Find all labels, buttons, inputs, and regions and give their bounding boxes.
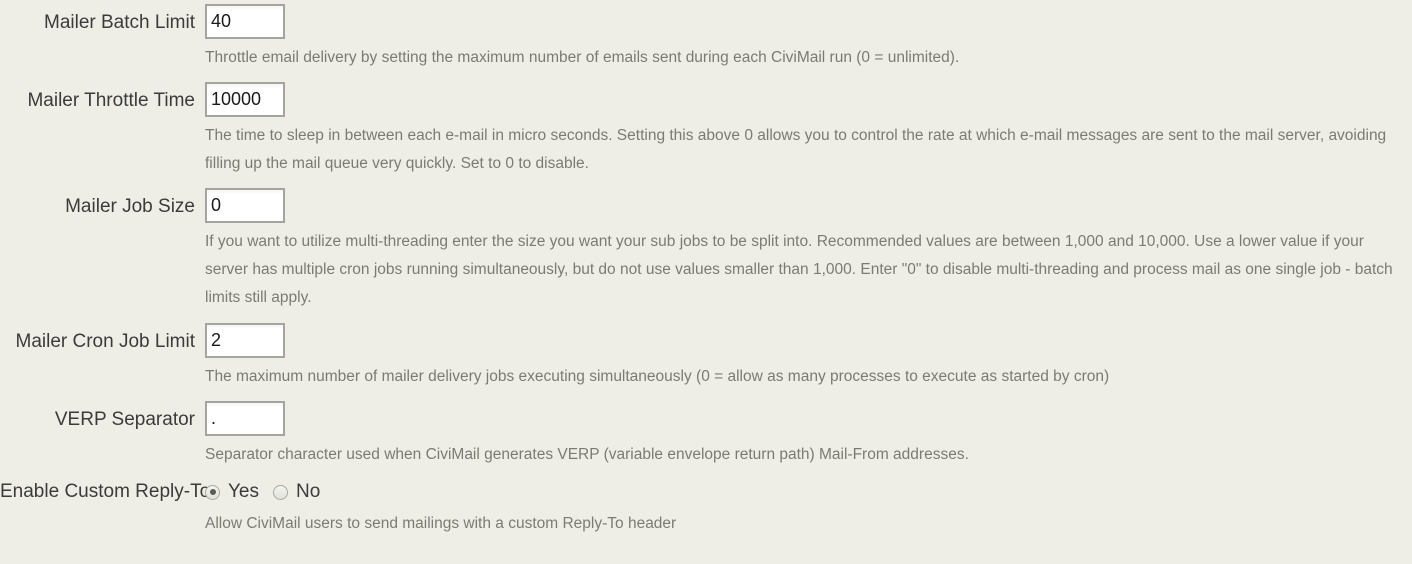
input-mailer-cron-job-limit[interactable]	[205, 323, 285, 358]
field-row-verp-separator: VERP Separator Separator character used …	[0, 401, 1412, 469]
input-mailer-batch-limit[interactable]	[205, 4, 285, 39]
description-mailer-job-size: If you want to utilize multi-threading e…	[205, 233, 1393, 306]
radio-option-no[interactable]: No	[273, 481, 320, 503]
control-enable-custom-reply-to: Yes No Allow CiviMail users to send mail…	[205, 479, 1412, 538]
field-row-mailer-job-size: Mailer Job Size If you want to utilize m…	[0, 188, 1412, 312]
civimail-settings-form: Mailer Batch Limit Throttle email delive…	[0, 4, 1412, 538]
description-mailer-cron-job-limit: The maximum number of mailer delivery jo…	[205, 368, 1110, 385]
radio-label-yes: Yes	[228, 481, 259, 502]
radio-label-no: No	[296, 481, 321, 502]
label-enable-custom-reply-to: Enable Custom Reply-To	[0, 481, 211, 502]
control-mailer-throttle-time: The time to sleep in between each e-mail…	[205, 82, 1412, 178]
control-mailer-cron-job-limit: The maximum number of mailer delivery jo…	[205, 323, 1412, 391]
control-mailer-job-size: If you want to utilize multi-threading e…	[205, 188, 1412, 312]
description-mailer-throttle-time: The time to sleep in between each e-mail…	[205, 127, 1387, 172]
label-mailer-batch-limit: Mailer Batch Limit	[44, 12, 195, 33]
field-row-enable-custom-reply-to: Enable Custom Reply-To Yes No Allow Civi…	[0, 479, 1412, 538]
description-mailer-batch-limit: Throttle email delivery by setting the m…	[205, 49, 960, 66]
label-mailer-cron-job-limit: Mailer Cron Job Limit	[15, 331, 196, 352]
input-verp-separator[interactable]	[205, 401, 285, 436]
control-verp-separator: Separator character used when CiviMail g…	[205, 401, 1412, 469]
input-mailer-job-size[interactable]	[205, 188, 285, 223]
field-row-mailer-cron-job-limit: Mailer Cron Job Limit The maximum number…	[0, 323, 1412, 391]
radio-yes-icon[interactable]	[205, 484, 220, 500]
radio-group-enable-custom-reply-to: Yes No	[205, 479, 1412, 505]
radio-option-yes[interactable]: Yes	[205, 481, 259, 503]
radio-no-icon[interactable]	[273, 484, 288, 500]
label-verp-separator: VERP Separator	[54, 409, 195, 430]
input-mailer-throttle-time[interactable]	[205, 82, 285, 117]
description-verp-separator: Separator character used when CiviMail g…	[205, 446, 969, 463]
field-row-mailer-batch-limit: Mailer Batch Limit Throttle email delive…	[0, 4, 1412, 72]
label-mailer-job-size: Mailer Job Size	[65, 196, 195, 217]
description-enable-custom-reply-to: Allow CiviMail users to send mailings wi…	[205, 515, 677, 532]
control-mailer-batch-limit: Throttle email delivery by setting the m…	[205, 4, 1412, 72]
label-mailer-throttle-time: Mailer Throttle Time	[27, 90, 195, 111]
field-row-mailer-throttle-time: Mailer Throttle Time The time to sleep i…	[0, 82, 1412, 178]
